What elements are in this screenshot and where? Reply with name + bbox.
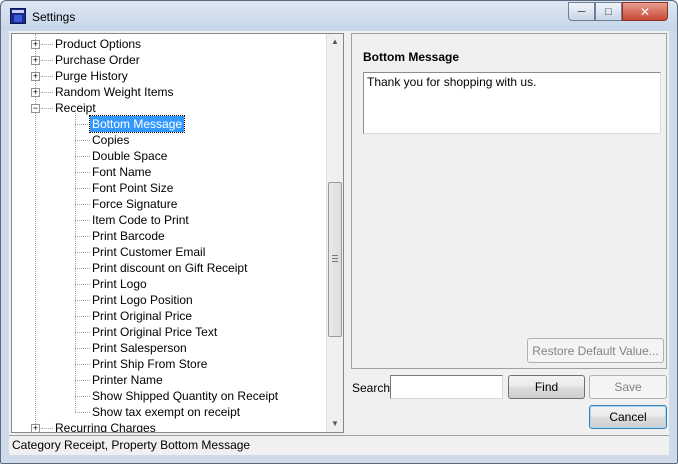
tree-connector [75,300,90,301]
tree-connector [41,428,53,429]
tree-connector [41,76,53,77]
search-label: Search [352,381,391,395]
tree-item-print-original-price[interactable]: Print Original Price [90,308,194,324]
scroll-up-arrow-icon[interactable]: ▲ [327,34,343,50]
close-button[interactable]: ✕ [622,2,668,21]
tree-connector [75,236,90,237]
tree-connector [75,156,90,157]
tree-item-recurring-charges[interactable]: Recurring Charges [53,420,158,432]
app-icon [10,8,26,24]
tree-connector [75,204,90,205]
grip-icon [332,255,338,262]
maximize-icon: □ [605,5,612,18]
maximize-button[interactable]: □ [595,2,622,21]
tree-item-font-point-size[interactable]: Font Point Size [90,180,175,196]
tree-item-double-space[interactable]: Double Space [90,148,169,164]
tree-item-show-tax-exempt-on-receipt[interactable]: Show tax exempt on receipt [90,404,242,420]
save-button[interactable]: Save [589,375,667,399]
tree-connector [75,220,90,221]
tree-item-print-original-price-text[interactable]: Print Original Price Text [90,324,219,340]
tree-connector [75,252,90,253]
collapse-icon[interactable]: − [31,104,40,113]
window-controls: ─ □ ✕ [568,2,668,22]
tree-branch-line [75,110,76,412]
settings-tree[interactable]: ▲ ▼ + Product Options + Purchase Order + Purg… [11,33,344,433]
tree-item-copies[interactable]: Copies [90,132,131,148]
expand-icon[interactable]: + [31,72,40,81]
tree-connector [41,60,53,61]
find-button[interactable]: Find [508,375,585,399]
tree-scrollbar[interactable]: ▲ ▼ [326,34,343,432]
cancel-button[interactable]: Cancel [589,405,667,429]
tree-item-print-customer-email[interactable]: Print Customer Email [90,244,207,260]
tree-item-show-shipped-quantity-on-receipt[interactable]: Show Shipped Quantity on Receipt [90,388,280,404]
tree-item-product-options[interactable]: Product Options [53,36,143,52]
tree-connector [75,364,90,365]
tree-connector [75,380,90,381]
expand-icon[interactable]: + [31,424,40,432]
expand-icon[interactable]: + [31,56,40,65]
tree-item-force-signature[interactable]: Force Signature [90,196,179,212]
property-panel: Bottom Message Thank you for shopping wi… [351,33,667,369]
tree-connector [41,108,53,109]
tree-connector [75,124,90,125]
search-input[interactable] [390,375,503,399]
tree-item-purge-history[interactable]: Purge History [53,68,130,84]
minimize-icon: ─ [577,5,586,18]
tree-item-print-barcode[interactable]: Print Barcode [90,228,167,244]
scrollbar-thumb[interactable] [328,182,342,337]
tree-item-font-name[interactable]: Font Name [90,164,153,180]
tree-connector [75,332,90,333]
expand-icon[interactable]: + [31,88,40,97]
tree-item-print-logo[interactable]: Print Logo [90,276,149,292]
property-value-field[interactable]: Thank you for shopping with us. [363,72,661,134]
tree-item-item-code-to-print[interactable]: Item Code to Print [90,212,191,228]
tree-item-random-weight-items[interactable]: Random Weight Items [53,84,176,100]
tree-item-purchase-order[interactable]: Purchase Order [53,52,142,68]
expand-icon[interactable]: + [31,40,40,49]
tree-connector [41,44,53,45]
tree-item-print-salesperson[interactable]: Print Salesperson [90,340,189,356]
tree-connector [75,140,90,141]
restore-default-button[interactable]: Restore Default Value... [527,338,664,363]
tree-connector [75,284,90,285]
tree-connector [75,316,90,317]
close-icon: ✕ [639,4,651,19]
title-bar[interactable]: Settings ─ □ ✕ [1,1,677,31]
status-bar: Category Receipt, Property Bottom Messag… [9,435,669,454]
tree-connector [75,268,90,269]
tree-item-print-ship-from-store[interactable]: Print Ship From Store [90,356,209,372]
tree-connector [41,92,53,93]
property-title: Bottom Message [363,50,460,64]
tree-item-print-discount-on-gift-receipt[interactable]: Print discount on Gift Receipt [90,260,249,276]
settings-window: Settings ─ □ ✕ ▲ ▼ + Product Options + Purc… [0,0,678,464]
tree-connector [75,188,90,189]
scroll-down-arrow-icon[interactable]: ▼ [327,416,343,432]
window-title: Settings [32,10,76,24]
client-area: ▲ ▼ + Product Options + Purchase Order + Purg… [9,31,669,455]
tree-connector [75,172,90,173]
tree-item-print-logo-position[interactable]: Print Logo Position [90,292,195,308]
tree-item-bottom-message[interactable]: Bottom Message [88,115,186,133]
tree-connector [75,412,90,413]
tree-item-printer-name[interactable]: Printer Name [90,372,165,388]
tree-connector [75,348,90,349]
tree-connector [75,396,90,397]
minimize-button[interactable]: ─ [568,2,595,21]
